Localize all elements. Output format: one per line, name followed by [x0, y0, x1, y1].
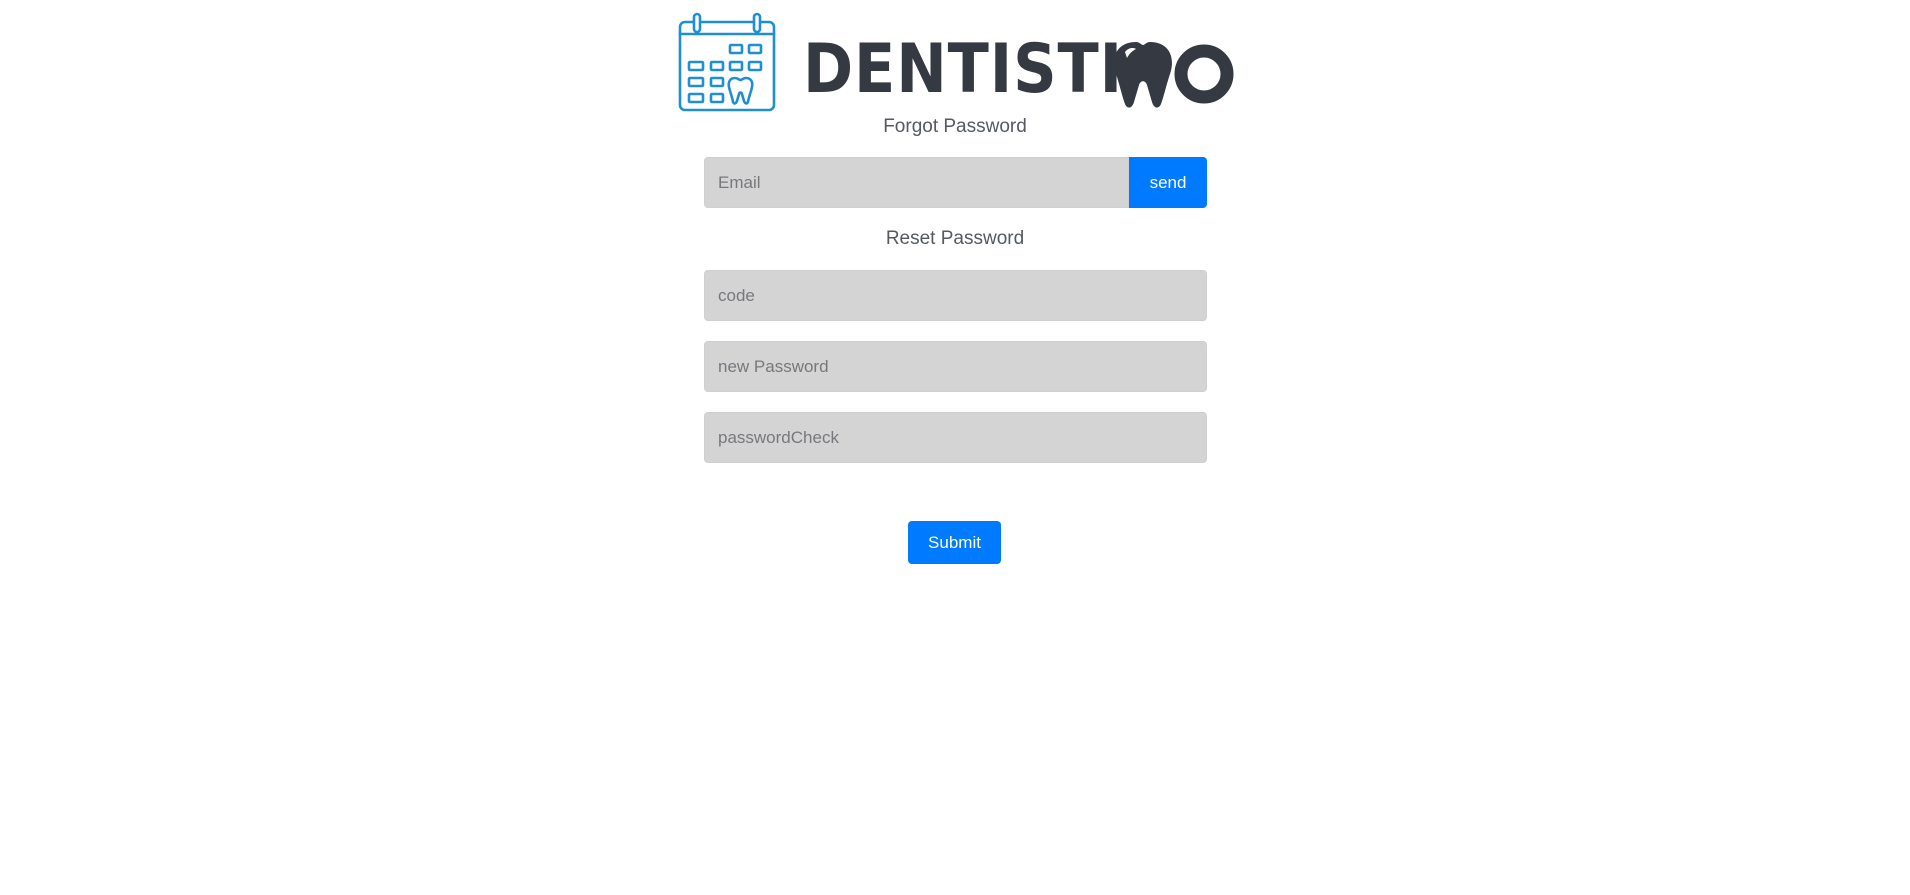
new-password-input[interactable] [704, 341, 1207, 392]
forgot-password-page: DENTISTI Forgot Password send Reset Pass… [0, 0, 1910, 895]
svg-text:DENTISTI: DENTISTI [803, 30, 1123, 109]
reset-password-title: Reset Password [885, 228, 1025, 249]
password-check-input[interactable] [704, 412, 1207, 463]
code-input[interactable] [704, 270, 1207, 321]
calendar-tooth-icon [678, 12, 776, 112]
submit-button[interactable]: Submit [908, 521, 1001, 564]
email-input[interactable] [704, 157, 1129, 208]
dentistimo-logo: DENTISTI [678, 12, 1238, 112]
send-button[interactable]: send [1129, 157, 1207, 208]
forgot-password-title: Forgot Password [883, 116, 1027, 137]
